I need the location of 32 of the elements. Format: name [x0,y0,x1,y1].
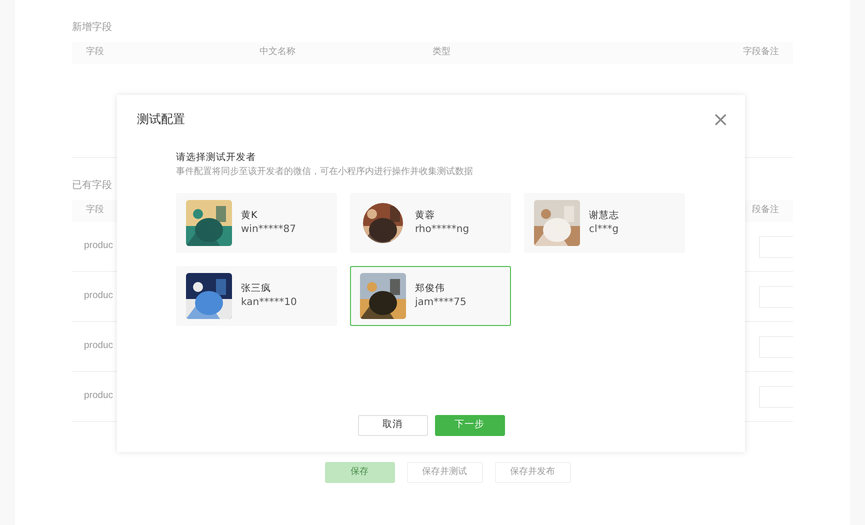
section-title: 已有字段 [72,178,113,193]
developer-account: cl***g [589,223,619,237]
column-header: 中文名称 [259,46,296,60]
developer-card[interactable]: 张三疯 kan*****10 [176,266,337,326]
developer-name: 张三疯 [241,282,272,296]
description-text: 事件配置将同步至该开发者的微信，可在小程序内进行操作并收集测试数据 [176,166,474,179]
developer-card[interactable]: 郑俊伟 jam****75 [350,266,511,326]
column-header: 类型 [432,46,452,60]
developer-name: 谢慧志 [589,209,619,223]
table-cell-text: produc [84,239,114,254]
developer-name: 黄蓉 [415,209,436,223]
prompt-text: 请选择测试开发者 [176,151,257,165]
developer-card[interactable]: 黄蓉 rho*****ng [350,193,511,253]
developer-name: 郑俊伟 [415,282,446,296]
dialog-title: 测试配置 [137,111,185,128]
developer-card[interactable]: 黄K win*****87 [176,193,337,253]
column-header: 字段 [86,46,105,60]
developer-account: rho*****ng [415,223,470,237]
table-cell-text: produc [84,289,114,304]
developer-name: 黄K [241,209,258,223]
column-header: 字段备注 [742,46,779,60]
column-header: 字段 [86,204,104,218]
cancel-button[interactable]: 取消 [358,415,428,436]
table-cell-text: produc [84,339,114,354]
developer-account: jam****75 [415,296,466,310]
developer-account: kan*****10 [241,296,297,310]
section-title: 新增字段 [72,20,113,35]
close-button[interactable]: × [708,109,733,129]
developer-account: win*****87 [241,223,296,237]
developer-card[interactable]: 谢慧志 cl***g [524,193,685,253]
table-cell-text: produc [84,389,114,404]
column-header: 段备注 [752,204,779,218]
